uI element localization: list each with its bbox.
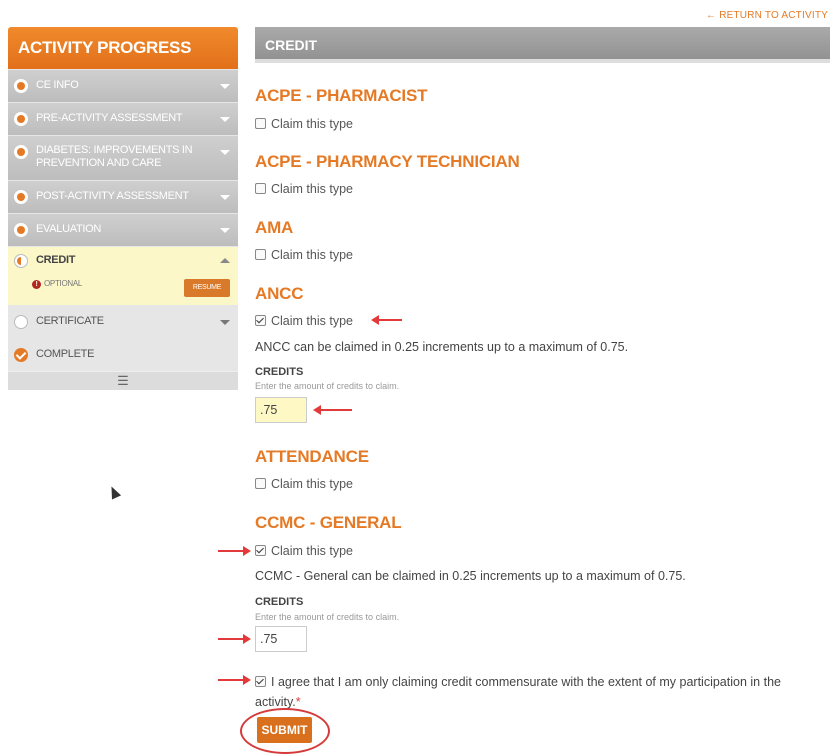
- chevron-down-icon[interactable]: [220, 228, 230, 233]
- claim-checkbox[interactable]: [255, 478, 266, 489]
- sidebar-item-label: CREDIT: [36, 254, 76, 266]
- credits-help: Enter the amount of credits to claim.: [255, 612, 400, 622]
- claim-ancc[interactable]: Claim this type: [255, 314, 353, 328]
- agreement[interactable]: I agree that I am only claiming credit c…: [255, 672, 825, 712]
- claim-label: Claim this type: [271, 477, 353, 491]
- annotation-arrow: [313, 405, 352, 415]
- claim-label: Claim this type: [271, 248, 353, 262]
- claim-label: Claim this type: [271, 544, 353, 558]
- sidebar-item-label: DIABETES: IMPROVEMENTS IN PREVENTION AND…: [36, 144, 193, 169]
- claim-checkbox[interactable]: [255, 545, 266, 556]
- sidebar-title: ACTIVITY PROGRESS: [8, 27, 238, 69]
- section-title-acpe-pharmacist: ACPE - PHARMACIST: [255, 86, 428, 105]
- return-to-activity-link[interactable]: ← RETURN TO ACTIVITY: [706, 10, 828, 21]
- sidebar-item-pre-activity-assessment[interactable]: PRE-ACTIVITY ASSESSMENT: [8, 102, 238, 135]
- claim-label: Claim this type: [271, 117, 353, 131]
- progress-dot-icon: [14, 190, 28, 204]
- progress-dot-icon: [14, 223, 28, 237]
- claim-checkbox[interactable]: [255, 183, 266, 194]
- empty-progress-icon: [14, 315, 28, 329]
- credits-help: Enter the amount of credits to claim.: [255, 381, 400, 391]
- required-marker: *: [295, 695, 301, 709]
- section-title-acpe-pharmacy-technician: ACPE - PHARMACY TECHNICIAN: [255, 152, 520, 171]
- claim-attendance[interactable]: Claim this type: [255, 477, 353, 491]
- sidebar-item-evaluation[interactable]: EVALUATION: [8, 213, 238, 246]
- optional-note: ! OPTIONAL: [32, 279, 82, 289]
- annotation-arrow: [371, 315, 402, 325]
- claim-acpe-pharmacist[interactable]: Claim this type: [255, 117, 353, 131]
- sidebar-item-label: PRE-ACTIVITY ASSESSMENT: [36, 112, 183, 124]
- chevron-down-icon[interactable]: [220, 195, 230, 200]
- sidebar-item-label: CERTIFICATE: [36, 315, 104, 327]
- credit-header: CREDIT: [255, 27, 830, 63]
- ancc-info: ANCC can be claimed in 0.25 increments u…: [255, 340, 629, 354]
- agree-label: I agree that I am only claiming credit c…: [255, 675, 781, 709]
- chevron-down-icon[interactable]: [220, 84, 230, 89]
- submit-button[interactable]: SUBMIT: [257, 717, 312, 743]
- sidebar-item-label: EVALUATION: [36, 223, 102, 235]
- claim-checkbox[interactable]: [255, 118, 266, 129]
- progress-dot-icon: [14, 145, 28, 159]
- ancc-credits-input[interactable]: .75: [255, 397, 307, 423]
- half-progress-icon: [14, 254, 28, 268]
- sidebar-item-label: CE INFO: [36, 79, 79, 91]
- credits-label: CREDITS: [255, 596, 304, 608]
- claim-checkbox[interactable]: [255, 315, 266, 326]
- progress-dot-icon: [14, 79, 28, 93]
- sidebar-item-certificate[interactable]: CERTIFICATE: [8, 305, 238, 338]
- chevron-down-icon[interactable]: [220, 320, 230, 325]
- agree-checkbox[interactable]: [255, 676, 266, 687]
- ccmc-credits-input[interactable]: .75: [255, 626, 307, 652]
- sidebar-item-ce-info[interactable]: CE INFO: [8, 69, 238, 102]
- sidebar-item-diabetes[interactable]: DIABETES: IMPROVEMENTS IN PREVENTION AND…: [8, 135, 238, 180]
- annotation-arrow: [218, 546, 251, 556]
- optional-label: OPTIONAL: [44, 279, 83, 288]
- section-title-ama: AMA: [255, 218, 294, 237]
- claim-checkbox[interactable]: [255, 249, 266, 260]
- ccmc-info: CCMC - General can be claimed in 0.25 in…: [255, 569, 686, 583]
- section-title-ancc: ANCC: [255, 284, 304, 303]
- mouse-cursor-icon: [106, 484, 122, 500]
- annotation-arrow: [218, 634, 251, 644]
- section-title-ccmc-general: CCMC - GENERAL: [255, 513, 402, 532]
- sidebar-item-post-activity-assessment[interactable]: POST-ACTIVITY ASSESSMENT: [8, 180, 238, 213]
- section-title-attendance: ATTENDANCE: [255, 447, 369, 466]
- claim-ccmc-general[interactable]: Claim this type: [255, 544, 353, 558]
- credits-label: CREDITS: [255, 366, 304, 378]
- claim-label: Claim this type: [271, 314, 353, 328]
- alert-icon: !: [32, 280, 41, 289]
- annotation-arrow: [218, 675, 251, 685]
- sidebar-item-complete[interactable]: COMPLETE: [8, 338, 238, 371]
- chevron-up-icon[interactable]: [220, 258, 230, 263]
- activity-progress-sidebar: ACTIVITY PROGRESS CE INFO PRE-ACTIVITY A…: [8, 27, 238, 390]
- sidebar-item-label: COMPLETE: [36, 348, 95, 360]
- sidebar-item-label: POST-ACTIVITY ASSESSMENT: [36, 190, 189, 202]
- progress-dot-icon: [14, 112, 28, 126]
- sidebar-item-credit[interactable]: CREDIT ! OPTIONAL RESUME: [8, 246, 238, 305]
- claim-label: Claim this type: [271, 182, 353, 196]
- menu-icon[interactable]: ☰: [8, 371, 238, 390]
- resume-button[interactable]: RESUME: [184, 279, 230, 297]
- claim-ama[interactable]: Claim this type: [255, 248, 353, 262]
- chevron-down-icon[interactable]: [220, 117, 230, 122]
- check-circle-icon: [14, 348, 28, 362]
- claim-acpe-pharmacy-technician[interactable]: Claim this type: [255, 182, 353, 196]
- chevron-down-icon[interactable]: [220, 150, 230, 155]
